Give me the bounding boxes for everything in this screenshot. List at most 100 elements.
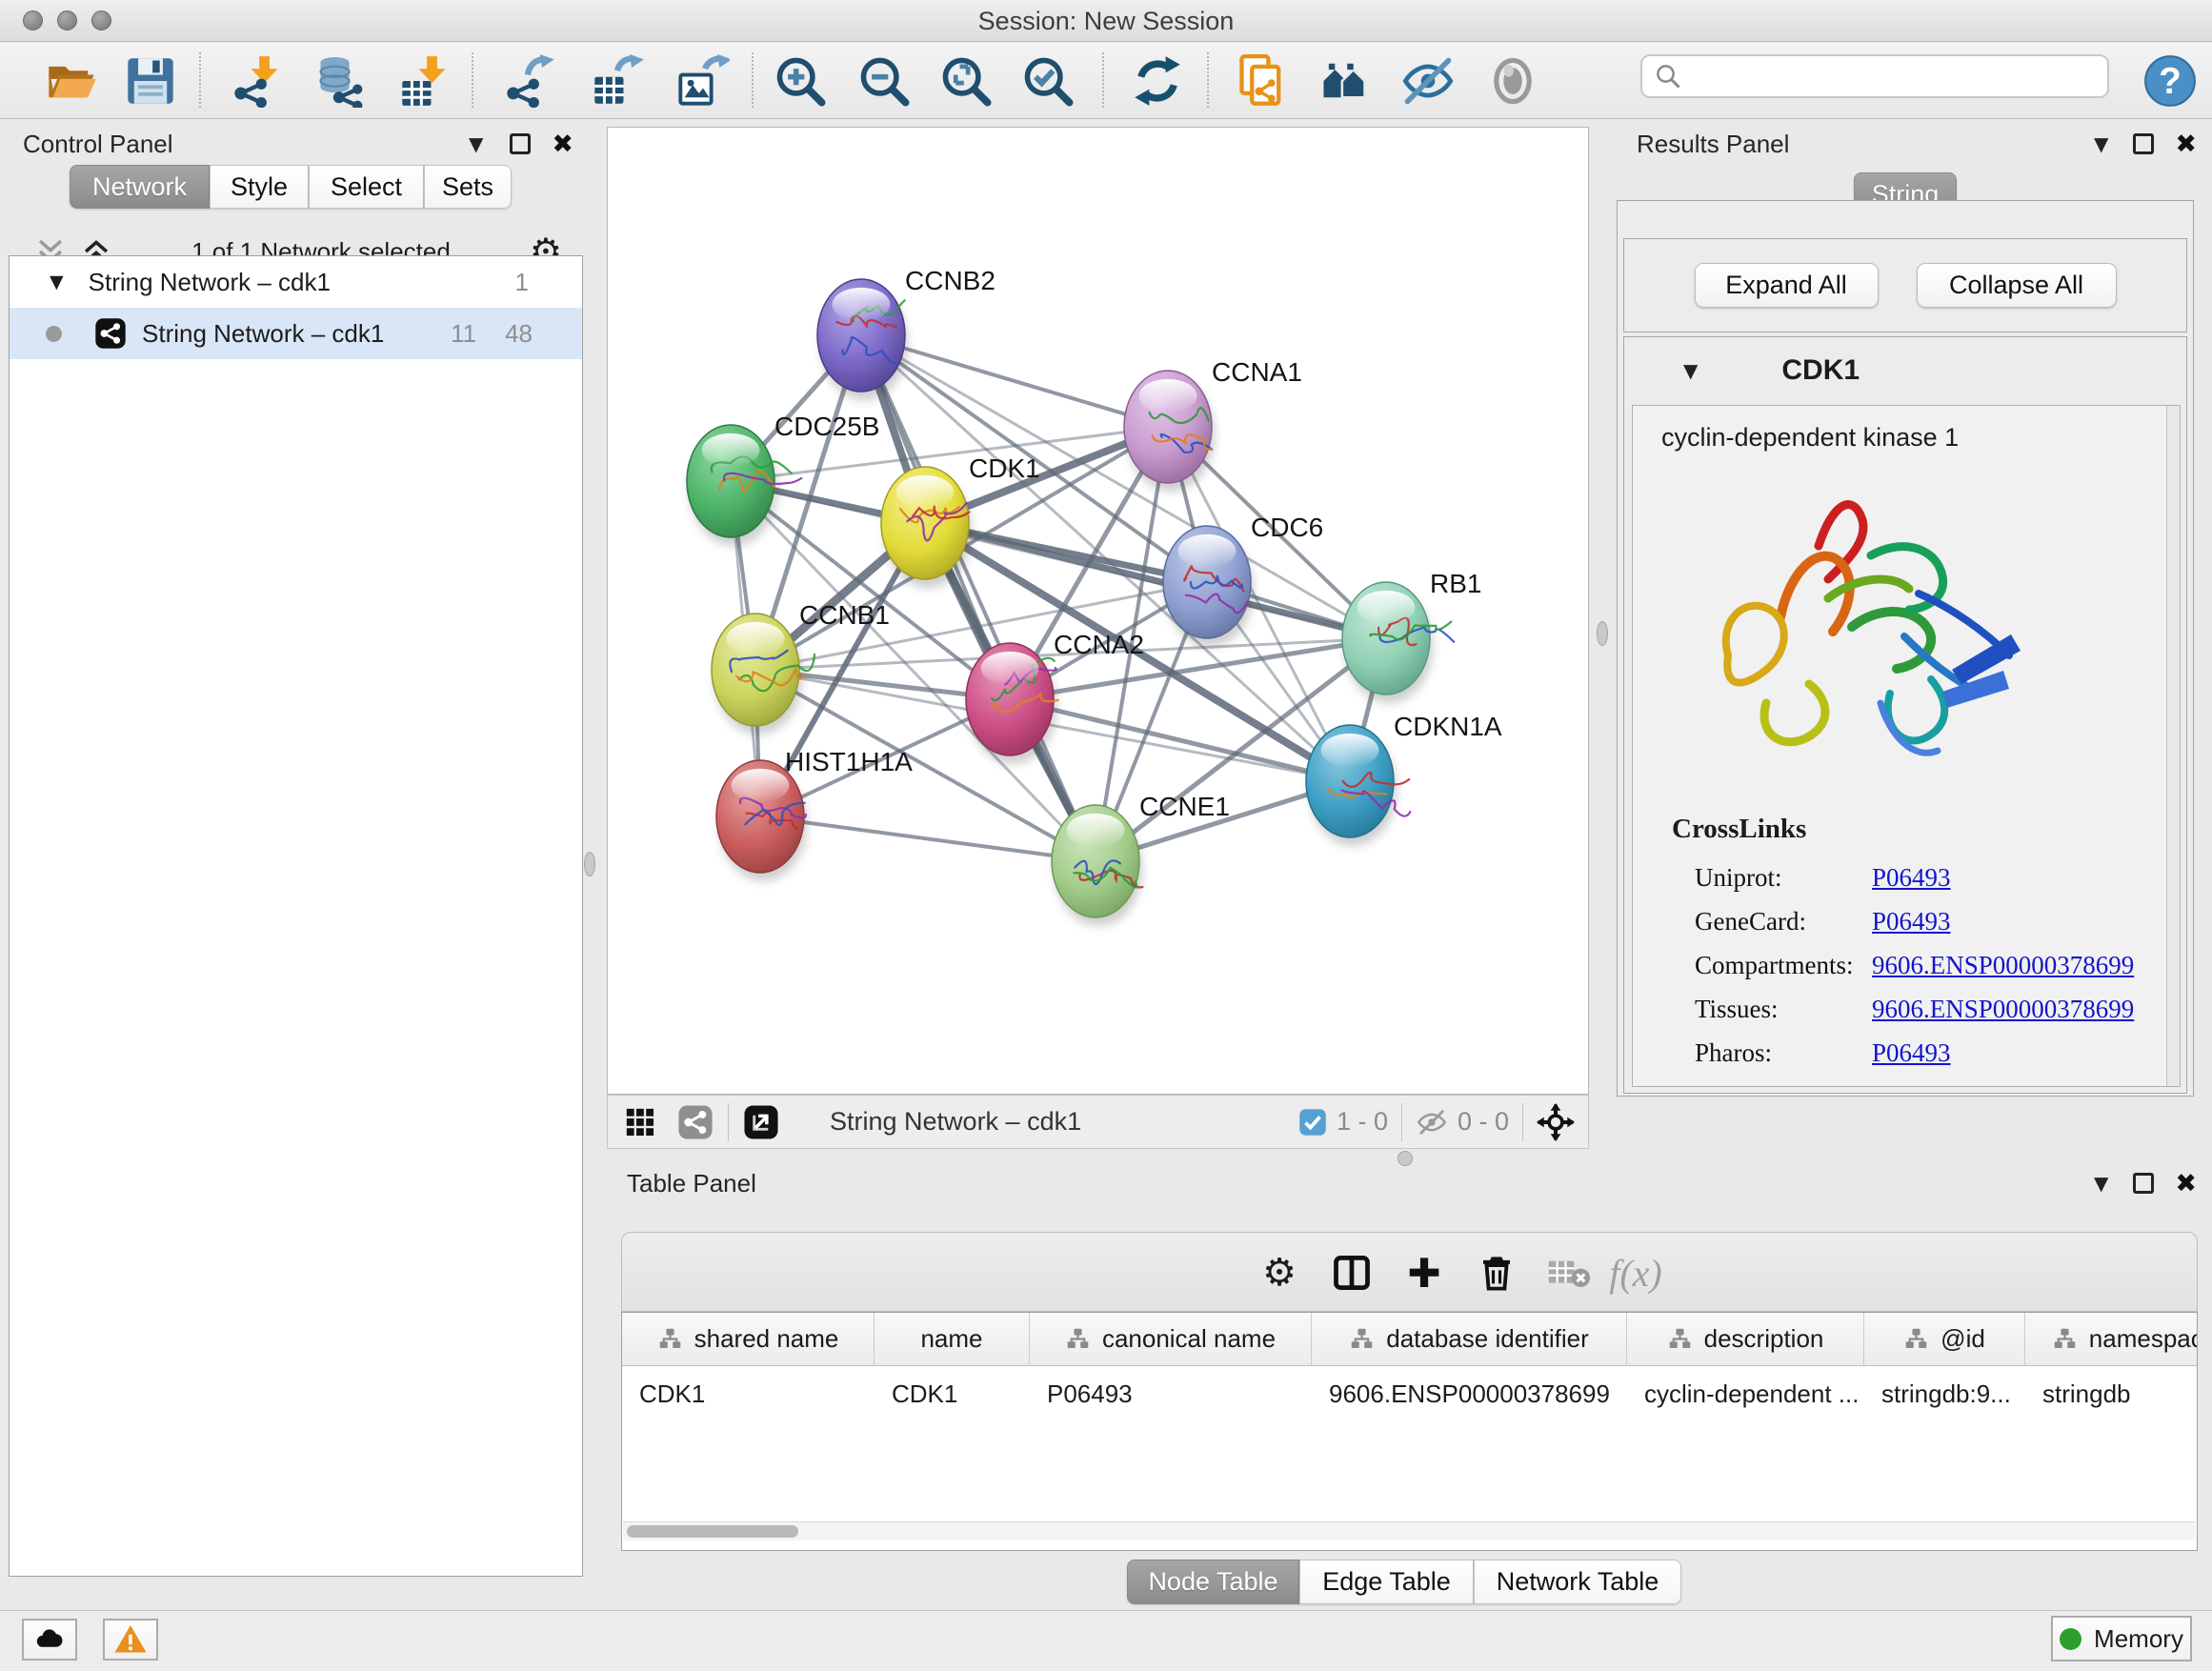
column-header-canonicalname[interactable]: canonical name xyxy=(1030,1313,1312,1365)
crosslink-label: Uniprot: xyxy=(1695,863,1872,893)
toolbar-separator xyxy=(1102,52,1104,108)
export-network-icon[interactable] xyxy=(501,52,558,110)
table-options-gear-icon[interactable]: ⚙ xyxy=(1251,1244,1308,1301)
table-cell[interactable]: stringdb:9... xyxy=(1864,1366,2025,1421)
crosslink-link[interactable]: P06493 xyxy=(1872,907,1951,936)
network-row-selected[interactable]: String Network – cdk1 11 48 xyxy=(10,308,582,359)
column-header-databaseidentifier[interactable]: database identifier xyxy=(1312,1313,1627,1365)
network-node-rb1[interactable]: RB1 xyxy=(1342,569,1481,703)
hidden-eye-slash-icon[interactable] xyxy=(1416,1108,1448,1137)
save-session-icon[interactable] xyxy=(122,52,179,110)
results-panel-close-icon[interactable]: ✖ xyxy=(2175,131,2197,157)
cdk1-section-header[interactable]: ▼ CDK1 xyxy=(1624,337,2186,404)
table-header-row: shared namename canonical name database … xyxy=(622,1313,2197,1366)
crosslink-link[interactable]: P06493 xyxy=(1872,863,1951,893)
table-cell[interactable]: stringdb xyxy=(2025,1366,2198,1421)
cdk1-collapse-icon[interactable]: ▼ xyxy=(1683,361,1698,380)
column-header-name[interactable]: name xyxy=(875,1313,1030,1365)
crosslink-row: Compartments:9606.ENSP00000378699 xyxy=(1695,943,2152,987)
tab-sets[interactable]: Sets xyxy=(424,165,512,209)
create-column-icon[interactable]: ✚ xyxy=(1396,1244,1453,1301)
collapse-all-button[interactable]: Collapse All xyxy=(1917,263,2117,308)
table-panel-header: Table Panel ▼ ✖ xyxy=(607,1164,2212,1202)
network-edge[interactable] xyxy=(760,816,1096,861)
network-canvas[interactable]: CCNB2CCNA1CDC25BCDK1CDC6RB1CCNB1CCNA2CDK… xyxy=(607,127,1589,1095)
import-network-from-file-icon[interactable] xyxy=(229,52,286,110)
crosslink-link[interactable]: 9606.ENSP00000378699 xyxy=(1872,951,2134,980)
table-cell[interactable]: cyclin-dependent ... xyxy=(1627,1366,1864,1421)
table-panel-menu-icon[interactable]: ▼ xyxy=(2094,1174,2108,1193)
results-panel-float-icon[interactable] xyxy=(2133,133,2154,154)
zoom-in-icon[interactable] xyxy=(772,52,829,110)
network-node-ccnb2[interactable]: CCNB2 xyxy=(817,266,995,400)
right-splitter-handle[interactable] xyxy=(1597,621,1608,646)
network-node-cdc25b[interactable]: CDC25B xyxy=(687,412,879,546)
tab-select[interactable]: Select xyxy=(309,165,424,209)
column-label: namespace xyxy=(2089,1324,2198,1354)
column-header-sharedname[interactable]: shared name xyxy=(622,1313,875,1365)
first-neighbors-icon[interactable] xyxy=(1316,52,1373,110)
pan-crosshair-icon[interactable] xyxy=(1537,1103,1575,1141)
network-node-cdkn1a[interactable]: CDKN1A xyxy=(1306,712,1502,846)
network-node-ccna2[interactable]: CCNA2 xyxy=(966,630,1144,764)
column-header-id[interactable]: @id xyxy=(1864,1313,2025,1365)
table-cell[interactable]: 9606.ENSP00000378699 xyxy=(1312,1366,1627,1421)
column-header-description[interactable]: description xyxy=(1627,1313,1864,1365)
new-network-from-selection-icon[interactable] xyxy=(1234,52,1291,110)
apply-preferred-layout-icon[interactable] xyxy=(1129,52,1186,110)
table-cell[interactable]: CDK1 xyxy=(622,1366,875,1421)
column-label: database identifier xyxy=(1386,1324,1588,1354)
tab-network-table[interactable]: Network Table xyxy=(1474,1560,1681,1604)
export-image-icon[interactable] xyxy=(674,52,732,110)
import-table-from-file-icon[interactable] xyxy=(396,52,453,110)
table-panel-float-icon[interactable] xyxy=(2133,1173,2154,1194)
zoom-out-icon[interactable] xyxy=(855,52,913,110)
string-view-icon[interactable] xyxy=(676,1103,714,1141)
tab-style[interactable]: Style xyxy=(210,165,309,209)
table-horizontal-scrollbar[interactable] xyxy=(623,1521,2196,1540)
scrollbar-thumb[interactable] xyxy=(627,1525,798,1538)
memory-button[interactable]: Memory xyxy=(2051,1616,2192,1661)
control-panel-menu-icon[interactable]: ▼ xyxy=(469,134,483,153)
help-button[interactable]: ? xyxy=(2142,52,2199,110)
column-header-namespace[interactable]: namespace xyxy=(2025,1313,2198,1365)
birds-eye-grid-icon[interactable] xyxy=(621,1103,659,1141)
results-scrollbar[interactable] xyxy=(2166,406,2180,1087)
network-node-cdk1[interactable]: CDK1 xyxy=(881,453,1040,588)
control-panel-float-icon[interactable] xyxy=(510,133,531,154)
delete-column-icon[interactable] xyxy=(1468,1244,1525,1301)
table-row[interactable]: CDK1CDK1P064939606.ENSP00000378699cyclin… xyxy=(622,1366,2197,1421)
network-edge[interactable] xyxy=(861,335,1096,861)
show-columns-icon[interactable] xyxy=(1323,1244,1380,1301)
table-cell[interactable]: P06493 xyxy=(1030,1366,1312,1421)
warning-status-button[interactable] xyxy=(103,1619,158,1661)
network-node-ccnb1[interactable]: CCNB1 xyxy=(712,600,890,735)
import-network-from-database-icon[interactable] xyxy=(312,52,370,110)
crosslink-link[interactable]: P06493 xyxy=(1872,1038,1951,1068)
zoom-fit-content-icon[interactable] xyxy=(937,52,995,110)
open-in-new-window-icon[interactable] xyxy=(742,1103,780,1141)
export-table-icon[interactable] xyxy=(589,52,646,110)
tab-edge-table[interactable]: Edge Table xyxy=(1299,1560,1474,1604)
network-node-hist1h1a[interactable]: HIST1H1A xyxy=(716,747,913,881)
network-node-cdc6[interactable]: CDC6 xyxy=(1163,513,1323,647)
search-input[interactable] xyxy=(1640,54,2109,98)
cloud-status-button[interactable] xyxy=(22,1619,77,1661)
control-panel-close-icon[interactable]: ✖ xyxy=(552,131,573,157)
open-session-icon[interactable] xyxy=(43,52,100,110)
crosslink-link[interactable]: 9606.ENSP00000378699 xyxy=(1872,995,2134,1024)
table-panel-close-icon[interactable]: ✖ xyxy=(2175,1171,2197,1197)
selected-checkbox-icon[interactable] xyxy=(1298,1108,1327,1137)
results-panel-menu-icon[interactable]: ▼ xyxy=(2094,134,2108,153)
tab-network[interactable]: Network xyxy=(70,165,210,209)
collection-expand-icon[interactable]: ▼ xyxy=(50,272,64,292)
tab-node-table[interactable]: Node Table xyxy=(1127,1560,1299,1604)
network-node-ccne1[interactable]: CCNE1 xyxy=(1052,792,1230,926)
hide-selected-icon[interactable] xyxy=(1399,52,1457,110)
network-collection-row[interactable]: ▼ String Network – cdk1 1 xyxy=(10,256,582,308)
zoom-selected-icon[interactable] xyxy=(1019,52,1076,110)
left-splitter-handle[interactable] xyxy=(584,852,595,876)
expand-all-button[interactable]: Expand All xyxy=(1695,263,1879,308)
table-cell[interactable]: CDK1 xyxy=(875,1366,1030,1421)
show-all-icon[interactable] xyxy=(1484,52,1541,110)
